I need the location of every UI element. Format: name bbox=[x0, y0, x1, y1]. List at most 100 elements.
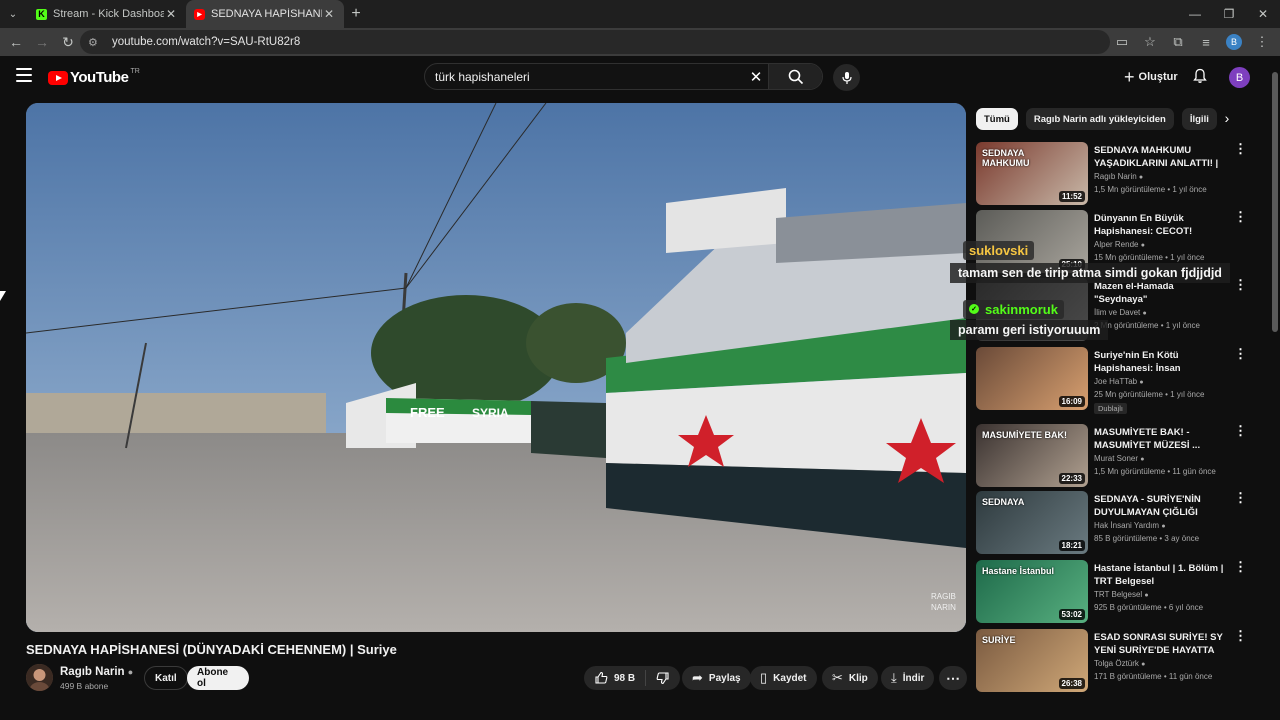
video-thumbnail[interactable]: MASUMİYETE BAK! 22:33 bbox=[976, 424, 1088, 487]
recommendation-channel[interactable]: İlim ve Davet ● bbox=[1094, 308, 1147, 317]
search-box: türk hapishaneleri ✕ bbox=[424, 63, 823, 90]
video-duration: 11:52 bbox=[1058, 191, 1085, 202]
tab-search-icon[interactable]: ⌄ bbox=[4, 5, 22, 23]
channel-row: Ragıb Narin ● 499 B abone Katıl Abone ol… bbox=[26, 663, 967, 693]
more-options-icon[interactable]: ⋮ bbox=[1234, 560, 1247, 573]
save-button[interactable]: ▯ Kaydet bbox=[750, 666, 817, 690]
browser-menu-icon[interactable]: ⋮ bbox=[1250, 30, 1274, 54]
chat-overlay-message-2: ✓ sakinmoruk bbox=[963, 298, 1064, 319]
like-button[interactable]: 98 B bbox=[584, 670, 647, 686]
more-options-icon[interactable]: ⋮ bbox=[1234, 210, 1247, 223]
recommendation-meta: 15 Mn görüntüleme • 1 yıl önce bbox=[1094, 253, 1205, 262]
share-button[interactable]: ➦ Paylaş bbox=[682, 666, 751, 690]
page-scrollbar[interactable] bbox=[1272, 64, 1278, 686]
more-options-icon[interactable]: ⋮ bbox=[1234, 491, 1247, 504]
create-button[interactable]: + Oluştur bbox=[1118, 64, 1184, 90]
profile-avatar[interactable]: B bbox=[1226, 34, 1242, 50]
tab-youtube-video[interactable]: ▶ SEDNAYA HAPİSHANESİ (DÜNYA ✕ bbox=[186, 0, 344, 28]
recommendation-channel[interactable]: Joe HaTTab ● bbox=[1094, 377, 1144, 386]
recommendation-title[interactable]: SEDNAYA - SURİYE'NİN DUYULMAYAN ÇIĞLIĞI bbox=[1094, 493, 1226, 519]
recommendation-item[interactable]: SEDNAYA MAHKUMU 11:52 SEDNAYA MAHKUMU YAŞA… bbox=[976, 142, 1266, 206]
more-actions-button[interactable]: ⋯ bbox=[939, 666, 967, 690]
verified-icon: ● bbox=[1142, 310, 1147, 317]
more-options-icon[interactable]: ⋮ bbox=[1234, 142, 1247, 155]
chip-all[interactable]: Tümü bbox=[976, 108, 1018, 130]
new-tab-icon[interactable]: + bbox=[344, 5, 368, 23]
more-options-icon[interactable]: ⋮ bbox=[1234, 347, 1247, 360]
tab-kick-dashboard[interactable]: K Stream - Kick Dashboard ✕ bbox=[28, 0, 186, 28]
channel-avatar[interactable] bbox=[26, 664, 53, 691]
join-button[interactable]: Katıl bbox=[144, 666, 188, 690]
recommendation-item[interactable]: Hastane İstanbul 53:02 Hastane İstanbul | … bbox=[976, 560, 1266, 624]
verified-icon: ● bbox=[1144, 592, 1149, 599]
verified-icon: ● bbox=[1140, 456, 1145, 463]
minimize-icon[interactable]: — bbox=[1178, 0, 1212, 28]
more-options-icon[interactable]: ⋮ bbox=[1234, 424, 1247, 437]
recommendation-channel-text: Joe HaTTab bbox=[1094, 377, 1138, 386]
video-thumbnail[interactable]: SEDNAYA 18:21 bbox=[976, 491, 1088, 554]
youtube-logo[interactable]: YouTube TR bbox=[48, 68, 140, 86]
recommendation-channel[interactable]: TRT Belgesel ● bbox=[1094, 590, 1149, 599]
channel-name[interactable]: Ragıb Narin ● bbox=[60, 666, 133, 678]
recommendation-title[interactable]: Mazen el-Hamada "Seydnaya" Hapishanesind… bbox=[1094, 280, 1226, 306]
recommendation-title[interactable]: ESAD SONRASI SURİYE! SY YENİ SURİYE'DE H… bbox=[1094, 631, 1226, 657]
save-label: Kaydet bbox=[773, 672, 807, 684]
address-bar[interactable]: ⚙ youtube.com/watch?v=SAU-RtU82r8 bbox=[80, 30, 1110, 54]
site-info-icon[interactable]: ⚙ bbox=[88, 36, 104, 49]
more-options-icon[interactable]: ⋮ bbox=[1234, 629, 1247, 642]
chip-related[interactable]: İlgili bbox=[1181, 108, 1217, 130]
back-icon[interactable]: ← bbox=[4, 30, 28, 54]
recommendation-meta: 25 Mn görüntüleme • 1 yıl önce bbox=[1094, 390, 1205, 399]
guide-menu-icon[interactable] bbox=[16, 68, 32, 82]
recommendation-channel[interactable]: Ragıb Narin ● bbox=[1094, 172, 1143, 181]
video-thumbnail[interactable]: SEDNAYA MAHKUMU 11:52 bbox=[976, 142, 1088, 205]
recommendation-item[interactable]: MASUMİYETE BAK! 22:33 MASUMİYETE BAK! - MA… bbox=[976, 424, 1266, 488]
scrollbar-thumb[interactable] bbox=[1272, 72, 1278, 332]
bookmark-star-icon[interactable]: ☆ bbox=[1138, 30, 1162, 54]
recommendation-title[interactable]: MASUMİYETE BAK! - MASUMİYET MÜZESİ ... bbox=[1094, 426, 1226, 452]
search-input[interactable]: türk hapishaneleri bbox=[425, 70, 744, 84]
extensions-icon[interactable]: ⧉ bbox=[1166, 30, 1190, 54]
recommendation-channel[interactable]: Alper Rende ● bbox=[1094, 240, 1145, 249]
verified-icon: ● bbox=[1161, 523, 1166, 530]
close-tab-icon[interactable]: ✕ bbox=[322, 7, 336, 21]
recommendation-title[interactable]: Hastane İstanbul | 1. Bölüm | TRT Belges… bbox=[1094, 562, 1226, 588]
subscribe-button[interactable]: Abone ol bbox=[187, 666, 249, 690]
video-player[interactable]: FREE SYRIA RAGIB NARIN bbox=[26, 103, 966, 632]
recommendation-title[interactable]: SEDNAYA MAHKUMU YAŞADIKLARINI ANLATTI! |… bbox=[1094, 144, 1226, 170]
clear-search-icon[interactable]: ✕ bbox=[744, 68, 768, 86]
close-tab-icon[interactable]: ✕ bbox=[164, 7, 178, 21]
clip-button[interactable]: ✂ Klip bbox=[822, 666, 878, 690]
voice-search-button[interactable] bbox=[833, 64, 860, 91]
more-options-icon[interactable]: ⋮ bbox=[1234, 278, 1247, 291]
account-avatar[interactable]: B bbox=[1229, 67, 1250, 88]
reading-list-icon[interactable]: ≡ bbox=[1194, 30, 1218, 54]
close-window-icon[interactable]: ✕ bbox=[1246, 0, 1280, 28]
chat-message: tamam sen de tirip atma simdi gokan fjdj… bbox=[950, 263, 1230, 283]
recommendation-item[interactable]: 16:09 Suriye'nin En Kötü Hapishanesi: İns… bbox=[976, 347, 1266, 414]
forward-icon[interactable]: → bbox=[30, 30, 54, 54]
notifications-button[interactable] bbox=[1190, 66, 1210, 86]
video-thumbnail[interactable]: 16:09 bbox=[976, 347, 1088, 410]
cast-icon[interactable]: ▭ bbox=[1110, 30, 1134, 54]
video-thumbnail[interactable]: Hastane İstanbul 53:02 bbox=[976, 560, 1088, 623]
download-button[interactable]: ⤓ İndir bbox=[881, 666, 935, 690]
recommendation-item[interactable]: SEDNAYA 18:21 SEDNAYA - SURİYE'NİN DUYULMA… bbox=[976, 491, 1266, 555]
restore-icon[interactable]: ❐ bbox=[1212, 0, 1246, 28]
video-thumbnail[interactable]: SURİYE 26:38 bbox=[976, 629, 1088, 692]
video-duration: 18:21 bbox=[1058, 540, 1085, 551]
chip-from-uploader[interactable]: Ragıb Narin adlı yükleyiciden bbox=[1025, 108, 1174, 130]
chevron-right-icon[interactable]: › bbox=[1218, 110, 1236, 128]
reload-icon[interactable]: ↻ bbox=[56, 30, 80, 54]
dislike-button[interactable] bbox=[646, 671, 680, 685]
recommendation-item[interactable]: SURİYE 26:38 ESAD SONRASI SURİYE! SY YENİ … bbox=[976, 629, 1266, 693]
search-button[interactable] bbox=[768, 64, 822, 89]
recommendation-title[interactable]: Suriye'nin En Kötü Hapishanesi: İnsan Me… bbox=[1094, 349, 1226, 375]
recommendation-channel[interactable]: Tolga Öztürk ● bbox=[1094, 659, 1145, 668]
recommendation-channel-text: Hak İnsani Yardım bbox=[1094, 521, 1160, 530]
recommendation-channel[interactable]: Murat Soner ● bbox=[1094, 454, 1145, 463]
microphone-icon bbox=[841, 71, 852, 84]
recommendation-title[interactable]: Dünyanın En Büyük Hapishanesi: CECOT! Bu… bbox=[1094, 212, 1226, 238]
recommendation-meta: 85 B görüntüleme • 3 ay önce bbox=[1094, 534, 1200, 543]
recommendation-channel[interactable]: Hak İnsani Yardım ● bbox=[1094, 521, 1166, 530]
